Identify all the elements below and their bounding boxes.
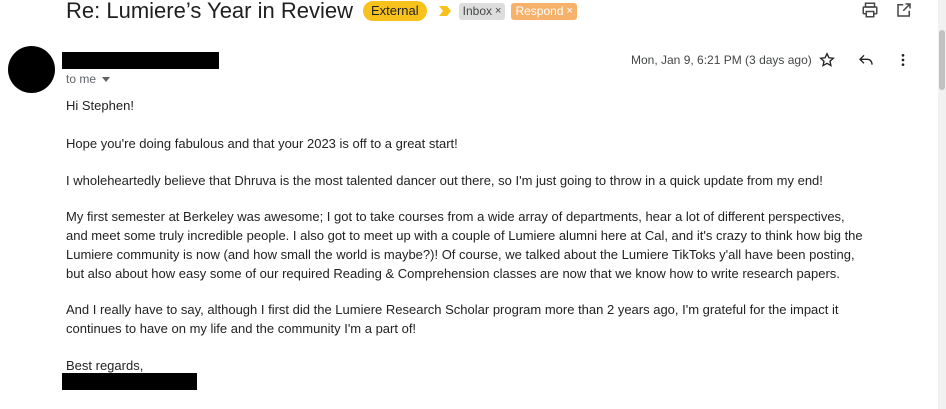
subject-row: Re: Lumiere’s Year in Review External In… [66, 0, 577, 22]
open-in-new-window-icon[interactable] [894, 0, 914, 20]
body-paragraph: My first semester at Berkeley was awesom… [66, 209, 863, 281]
email-subject: Re: Lumiere’s Year in Review [66, 0, 353, 23]
recipient-details-toggle[interactable]: to me [66, 72, 111, 86]
reply-icon[interactable] [857, 51, 875, 69]
body-paragraph: Hope you're doing fabulous and that your… [66, 136, 458, 151]
sender-name-redacted [62, 52, 219, 69]
remove-inbox-label-icon[interactable]: × [495, 4, 501, 19]
body-paragraph: Hi Stephen! [66, 98, 134, 113]
scrollbar-thumb[interactable] [939, 30, 945, 90]
message-date: Mon, Jan 9, 6:21 PM (3 days ago) [631, 53, 812, 67]
important-marker-icon[interactable] [438, 6, 451, 16]
respond-label-text: Respond [515, 3, 564, 18]
print-icon[interactable] [860, 0, 880, 20]
body-paragraph: I wholeheartedly believe that Dhruva is … [66, 173, 823, 188]
more-vert-icon[interactable] [894, 51, 912, 69]
inbox-label-text: Inbox [462, 3, 493, 18]
inbox-label: Inbox × [458, 2, 506, 20]
signature-redacted [62, 373, 197, 390]
external-label: External [362, 1, 427, 21]
sender-avatar[interactable] [8, 46, 55, 93]
body-paragraph: And I really have to say, although I fir… [66, 302, 839, 336]
respond-label: Respond × [511, 2, 577, 20]
recipient-line: to me [66, 72, 97, 86]
scrollbar[interactable] [938, 0, 946, 409]
chevron-down-icon [102, 76, 111, 82]
remove-respond-label-icon[interactable]: × [567, 4, 573, 19]
star-icon[interactable] [818, 51, 836, 69]
